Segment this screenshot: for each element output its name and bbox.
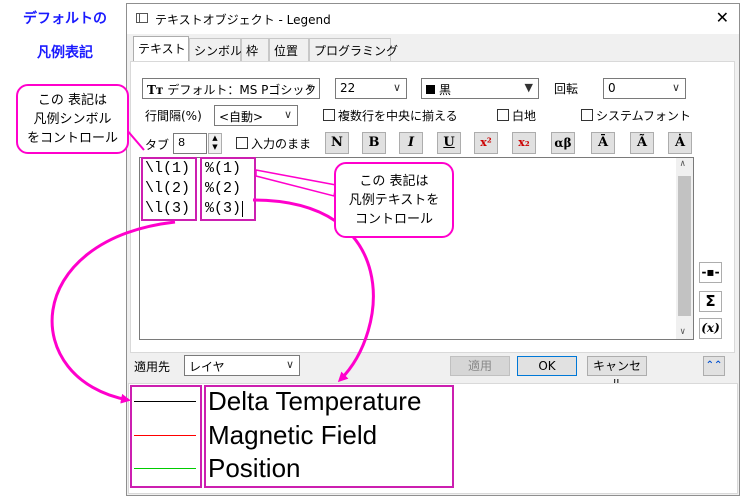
symbol-callout-line3: をコントロール xyxy=(26,131,118,146)
pointer-text-callout xyxy=(255,169,337,197)
text-callout-line1: この 表記は xyxy=(359,174,429,189)
text-callout: この 表記は 凡例テキストを コントロール xyxy=(334,162,454,238)
symbol-callout-line2: 凡例シンボル xyxy=(33,112,112,127)
text-callout-line2: 凡例テキストを xyxy=(348,193,440,208)
arrow-symbol-column xyxy=(50,220,176,404)
symbol-callout: この 表記は 凡例シンボル をコントロール xyxy=(16,84,129,154)
annotation-arrows xyxy=(50,121,375,404)
symbol-callout-line1: この 表記は xyxy=(37,93,108,108)
text-callout-line3: コントロール xyxy=(354,212,433,227)
